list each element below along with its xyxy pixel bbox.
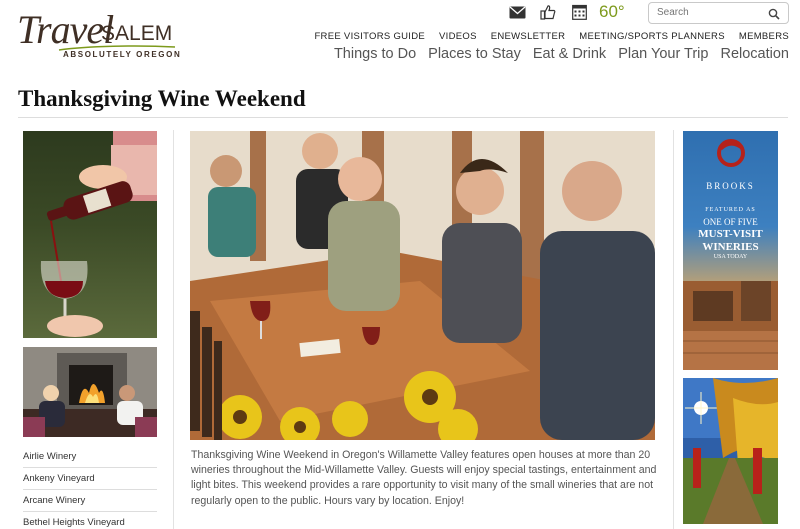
page-title: Thanksgiving Wine Weekend xyxy=(18,86,306,111)
nav-eat-drink[interactable]: Eat & Drink xyxy=(533,46,606,62)
wine-tasting-illustration xyxy=(190,131,655,440)
nav-plan-your-trip[interactable]: Plan Your Trip xyxy=(618,46,708,62)
ad-line2: ONE OF FIVE xyxy=(703,217,758,227)
mail-icon[interactable] xyxy=(508,4,526,20)
winery-link-ankeny[interactable]: Ankeny Vineyard xyxy=(23,468,157,490)
travel-salem-logo[interactable]: Travel SALEM ABSOLUTELY OREGON xyxy=(17,4,182,66)
title-divider xyxy=(18,117,788,118)
winery-link-airlie[interactable]: Airlie Winery xyxy=(23,446,157,468)
winery-link-arcane[interactable]: Arcane Winery xyxy=(23,490,157,512)
left-column-divider xyxy=(173,130,174,529)
event-description: Thanksgiving Wine Weekend in Oregon's Wi… xyxy=(191,449,657,507)
fireplace-illustration xyxy=(23,347,157,437)
wine-tasting-main-photo xyxy=(190,131,655,440)
nav-relocation[interactable]: Relocation xyxy=(720,46,789,62)
wine-pouring-photo xyxy=(23,131,157,338)
right-column-divider xyxy=(673,130,674,529)
nav-videos[interactable]: VIDEOS xyxy=(439,31,477,42)
ad-line5: USA TODAY xyxy=(713,254,748,260)
nav-things-to-do[interactable]: Things to Do xyxy=(334,46,416,62)
search-box xyxy=(648,2,789,24)
wine-pouring-illustration xyxy=(40,131,157,337)
ad-line3: MUST-VISIT xyxy=(698,228,763,240)
vineyard-photo xyxy=(683,378,778,524)
nav-enewsletter[interactable]: ENEWSLETTER xyxy=(491,31,566,42)
fireplace-photo xyxy=(23,347,157,437)
logo-tagline: ABSOLUTELY OREGON xyxy=(63,50,182,59)
vineyard-illustration xyxy=(683,378,778,524)
nav-members[interactable]: MEMBERS xyxy=(739,31,789,42)
main-nav: Things to Do Places to Stay Eat & Drink … xyxy=(322,46,789,62)
nav-meeting-sports-planners[interactable]: MEETING/SPORTS PLANNERS xyxy=(579,31,725,42)
ad-line4: WINERIES xyxy=(702,241,759,253)
top-nav: FREE VISITORS GUIDE VIDEOS ENEWSLETTER M… xyxy=(300,31,789,42)
ad-brand: BROOKS xyxy=(706,181,755,191)
search-icon[interactable] xyxy=(768,7,780,25)
thumbs-up-icon[interactable] xyxy=(539,4,557,20)
utility-bar: 60° xyxy=(508,2,625,22)
winery-link-bethel-heights[interactable]: Bethel Heights Vineyard xyxy=(23,512,157,529)
search-input[interactable] xyxy=(657,7,767,18)
calendar-icon[interactable] xyxy=(570,4,588,20)
winery-list: Airlie Winery Ankeny Vineyard Arcane Win… xyxy=(23,446,157,529)
temperature-readout: 60° xyxy=(599,2,625,21)
brooks-winery-ad[interactable]: BROOKS FEATURED AS ONE OF FIVE MUST-VISI… xyxy=(683,131,778,370)
ad-line1: FEATURED AS xyxy=(705,207,756,213)
nav-places-to-stay[interactable]: Places to Stay xyxy=(428,46,521,62)
nav-free-visitors-guide[interactable]: FREE VISITORS GUIDE xyxy=(314,31,425,42)
logo-salem-text: SALEM xyxy=(101,22,173,45)
